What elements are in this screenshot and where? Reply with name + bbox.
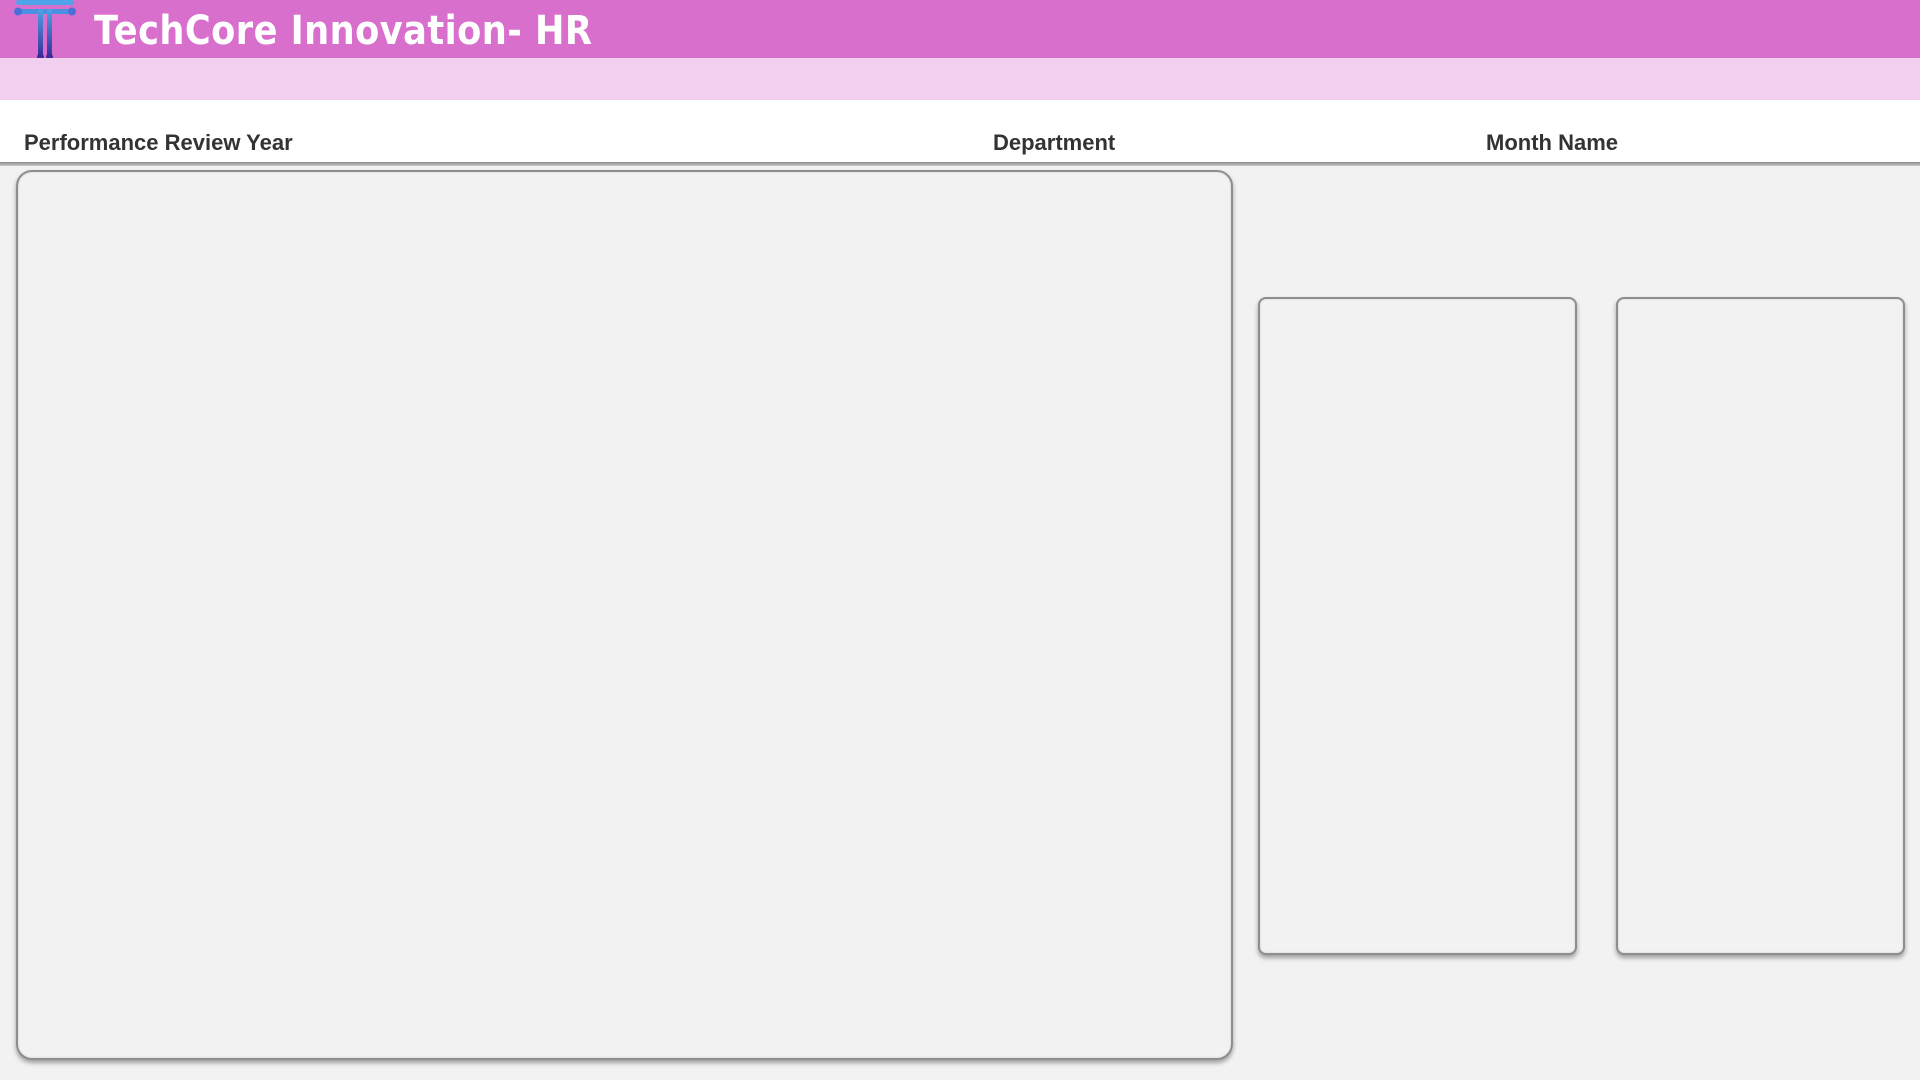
techcore-t-logo-icon bbox=[14, 0, 76, 61]
slicer-month-name[interactable]: Month Name bbox=[1486, 130, 1618, 156]
title-bar: TechCore Innovation- HR bbox=[0, 0, 1920, 61]
dashboard-page: TechCore Innovation- HR Performance Revi… bbox=[0, 0, 1920, 1080]
app-title: TechCore Innovation- HR bbox=[94, 8, 593, 54]
side-visual-panel-1[interactable] bbox=[1258, 297, 1577, 955]
content-area bbox=[0, 166, 1920, 1080]
side-visual-panel-2[interactable] bbox=[1616, 297, 1905, 955]
slicer-performance-review-year[interactable]: Performance Review Year bbox=[24, 130, 293, 156]
main-visual-panel[interactable] bbox=[16, 170, 1233, 1060]
slicer-department[interactable]: Department bbox=[993, 130, 1115, 156]
sub-header-band bbox=[0, 58, 1920, 100]
slicer-row: Performance Review Year Department Month… bbox=[0, 100, 1920, 164]
